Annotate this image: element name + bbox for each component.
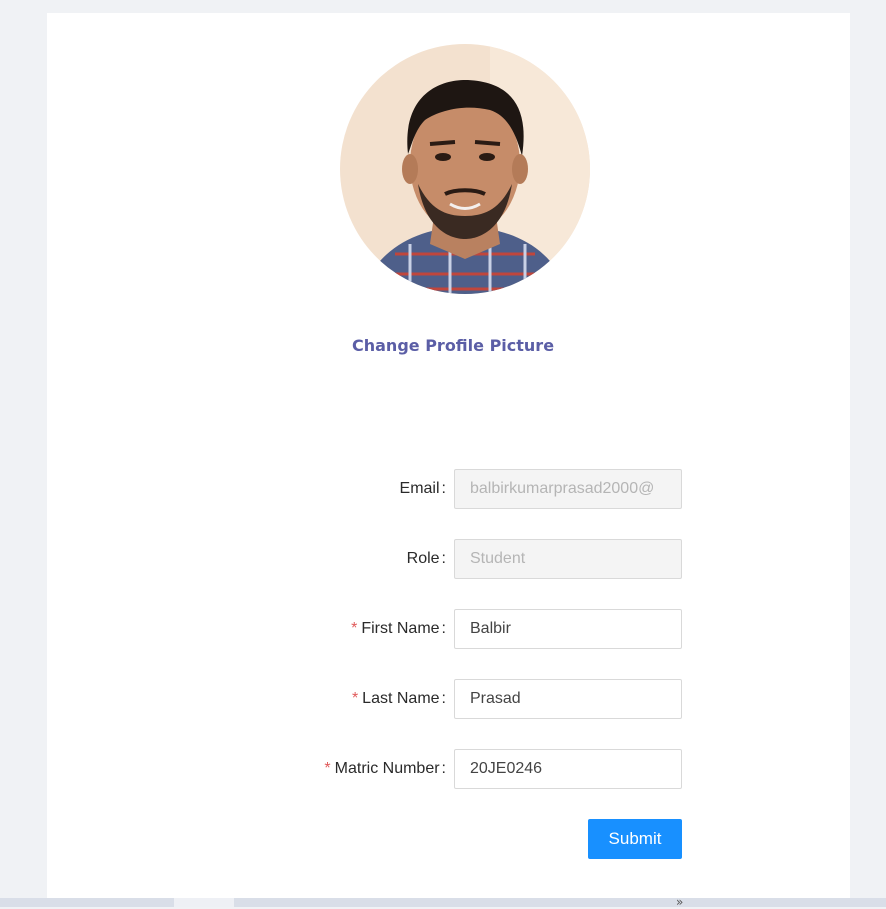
- last-name-row: * Last Name:: [47, 679, 850, 719]
- first-name-row: * First Name:: [47, 609, 850, 649]
- matric-number-label: * Matric Number:: [324, 760, 446, 777]
- first-name-field[interactable]: [454, 609, 682, 649]
- matric-number-field[interactable]: [454, 749, 682, 789]
- horizontal-scrollbar[interactable]: »: [0, 895, 886, 909]
- required-mark: *: [351, 690, 359, 707]
- email-field[interactable]: [454, 469, 682, 509]
- last-name-field[interactable]: [454, 679, 682, 719]
- role-label: Role:: [406, 550, 446, 567]
- email-label: Email:: [399, 480, 446, 497]
- email-row: Email:: [47, 469, 850, 509]
- avatar-photo: [340, 44, 590, 294]
- submit-button[interactable]: Submit: [588, 819, 682, 859]
- change-profile-picture-link[interactable]: Change Profile Picture: [352, 336, 554, 355]
- required-mark: *: [324, 760, 331, 777]
- required-mark: *: [351, 620, 358, 637]
- scrollbar-thumb[interactable]: [174, 898, 234, 907]
- role-row: Role:: [47, 539, 850, 579]
- role-field[interactable]: [454, 539, 682, 579]
- matric-number-row: * Matric Number:: [47, 749, 850, 789]
- profile-card: Change Profile Picture Email: Role: *Fir…: [47, 13, 850, 898]
- first-name-label: * First Name:: [351, 620, 446, 637]
- last-name-label: * Last Name:: [351, 690, 446, 707]
- profile-avatar[interactable]: [340, 44, 590, 294]
